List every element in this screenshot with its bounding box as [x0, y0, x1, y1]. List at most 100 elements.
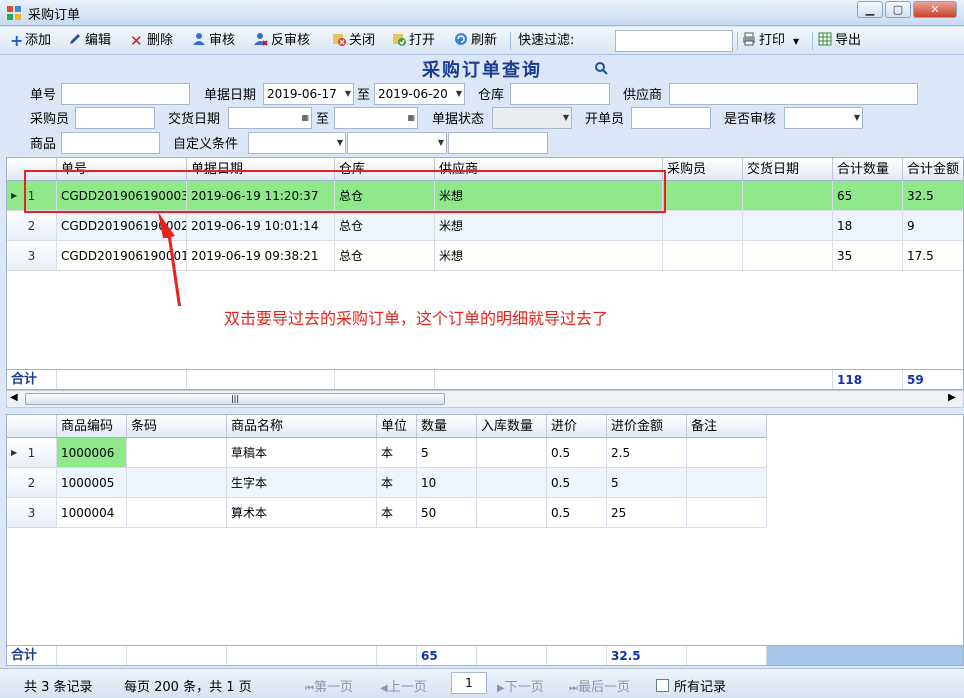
buyer-input[interactable] — [75, 107, 155, 129]
column-header[interactable]: 采购员 — [663, 158, 743, 181]
quick-filter-input[interactable] — [615, 30, 733, 52]
delivery-cell[interactable] — [743, 241, 833, 271]
received-cell[interactable] — [477, 498, 547, 528]
column-header[interactable]: 单据日期 — [187, 158, 335, 181]
name-cell[interactable]: 草稿本 — [227, 438, 377, 468]
approve-button[interactable]: 审核 — [192, 31, 235, 51]
column-header[interactable]: 条码 — [127, 415, 227, 438]
qty-cell[interactable]: 18 — [833, 211, 903, 241]
name-cell[interactable]: 生字本 — [227, 468, 377, 498]
unit-cell[interactable]: 本 — [377, 498, 417, 528]
column-header[interactable]: 仓库 — [335, 158, 435, 181]
table-row[interactable]: ▶ 1 1000006 草稿本 本 5 0.5 2.5 — [7, 438, 767, 468]
product-input[interactable] — [61, 132, 160, 154]
table-row[interactable]: 2 1000005 生字本 本 10 0.5 5 — [7, 468, 767, 498]
delivery-to-picker[interactable]: ▦ — [334, 107, 418, 129]
warehouse-input[interactable] — [510, 83, 610, 105]
order-no-cell[interactable]: CGDD201906190003 — [57, 181, 187, 211]
scroll-left-icon[interactable]: ◀ — [10, 392, 18, 403]
order-no-cell[interactable]: CGDD201906190002 — [57, 211, 187, 241]
date-from-picker[interactable]: 2019-06-17 ▼ — [263, 83, 354, 105]
amount-cell[interactable]: 32.5 — [903, 181, 963, 211]
name-cell[interactable]: 算术本 — [227, 498, 377, 528]
order-no-cell[interactable]: CGDD201906190001 — [57, 241, 187, 271]
qty-cell[interactable]: 65 — [833, 181, 903, 211]
price-cell[interactable]: 0.5 — [547, 438, 607, 468]
page-input[interactable] — [451, 672, 487, 694]
order-no-input[interactable] — [61, 83, 190, 105]
amount-cell[interactable]: 25 — [607, 498, 687, 528]
code-cell[interactable]: 1000006 — [57, 438, 127, 468]
date-cell[interactable]: 2019-06-19 10:01:14 — [187, 211, 335, 241]
custom-value-input[interactable] — [448, 132, 548, 154]
delivery-from-picker[interactable]: ▦ — [228, 107, 312, 129]
last-page-button[interactable]: ⏭最后一页 — [569, 676, 630, 695]
unapprove-button[interactable]: 反审核 — [254, 31, 310, 51]
qty-cell[interactable]: 50 — [417, 498, 477, 528]
table-row[interactable]: ▶ 1 CGDD201906190003 2019-06-19 11:20:37 … — [7, 181, 963, 211]
column-header[interactable]: 进价 — [547, 415, 607, 438]
supplier-cell[interactable]: 米想 — [435, 181, 663, 211]
refresh-button[interactable]: 刷新 — [454, 31, 497, 51]
price-cell[interactable]: 0.5 — [547, 498, 607, 528]
unit-cell[interactable]: 本 — [377, 438, 417, 468]
creator-input[interactable] — [631, 107, 711, 129]
close-window-button[interactable]: ✕ — [913, 1, 957, 18]
print-button[interactable]: 打印 ▼ — [742, 31, 799, 51]
barcode-cell[interactable] — [127, 468, 227, 498]
table-row[interactable]: 3 CGDD201906190001 2019-06-19 09:38:21 总… — [7, 241, 963, 271]
amount-cell[interactable]: 9 — [903, 211, 963, 241]
column-header[interactable]: 进价金额 — [607, 415, 687, 438]
table-row[interactable]: 3 1000004 算术本 本 50 0.5 25 — [7, 498, 767, 528]
note-cell[interactable] — [687, 468, 767, 498]
barcode-cell[interactable] — [127, 438, 227, 468]
custom-field-dropdown[interactable]: ▼ — [248, 132, 346, 154]
close-order-button[interactable]: 关闭 — [332, 31, 375, 51]
date-cell[interactable]: 2019-06-19 09:38:21 — [187, 241, 335, 271]
delete-button[interactable]: ✕ 删除 — [130, 31, 173, 51]
column-header[interactable]: 单号 — [57, 158, 187, 181]
column-header[interactable]: 供应商 — [435, 158, 663, 181]
column-header[interactable]: 入库数量 — [477, 415, 547, 438]
code-cell[interactable]: 1000004 — [57, 498, 127, 528]
amount-cell[interactable]: 17.5 — [903, 241, 963, 271]
buyer-cell[interactable] — [663, 181, 743, 211]
unit-cell[interactable]: 本 — [377, 468, 417, 498]
code-cell[interactable]: 1000005 — [57, 468, 127, 498]
qty-cell[interactable]: 10 — [417, 468, 477, 498]
received-cell[interactable] — [477, 468, 547, 498]
buyer-cell[interactable] — [663, 211, 743, 241]
next-page-button[interactable]: ▶下一页 — [497, 676, 544, 695]
note-cell[interactable] — [687, 438, 767, 468]
price-cell[interactable]: 0.5 — [547, 468, 607, 498]
all-records-toggle[interactable]: 所有记录 — [656, 676, 726, 695]
column-header[interactable]: 备注 — [687, 415, 767, 438]
delivery-cell[interactable] — [743, 211, 833, 241]
table-row[interactable]: 2 CGDD201906190002 2019-06-19 10:01:14 总… — [7, 211, 963, 241]
date-cell[interactable]: 2019-06-19 11:20:37 — [187, 181, 335, 211]
export-button[interactable]: 导出 — [818, 31, 861, 51]
column-header[interactable]: 单位 — [377, 415, 417, 438]
open-order-button[interactable]: 打开 — [392, 31, 435, 51]
amount-cell[interactable]: 5 — [607, 468, 687, 498]
approved-dropdown[interactable]: ▼ — [784, 107, 863, 129]
status-dropdown[interactable]: ▼ — [492, 107, 572, 129]
supplier-input[interactable] — [669, 83, 918, 105]
horizontal-scrollbar[interactable]: ◀ ||| ▶ — [6, 390, 964, 408]
maximize-button[interactable]: ▢ — [885, 1, 911, 18]
column-header[interactable]: 商品编码 — [57, 415, 127, 438]
add-button[interactable]: + 添加 — [10, 31, 51, 51]
minimize-button[interactable]: ▁ — [857, 1, 883, 18]
date-to-picker[interactable]: 2019-06-20 ▼ — [374, 83, 465, 105]
qty-cell[interactable]: 35 — [833, 241, 903, 271]
warehouse-cell[interactable]: 总仓 — [335, 211, 435, 241]
barcode-cell[interactable] — [127, 498, 227, 528]
buyer-cell[interactable] — [663, 241, 743, 271]
column-header[interactable]: 交货日期 — [743, 158, 833, 181]
column-header[interactable]: 商品名称 — [227, 415, 377, 438]
column-header[interactable]: 合计金额 — [903, 158, 963, 181]
prev-page-button[interactable]: ◀上一页 — [380, 676, 427, 695]
delivery-cell[interactable] — [743, 181, 833, 211]
supplier-cell[interactable]: 米想 — [435, 211, 663, 241]
scroll-thumb[interactable]: ||| — [25, 393, 445, 405]
